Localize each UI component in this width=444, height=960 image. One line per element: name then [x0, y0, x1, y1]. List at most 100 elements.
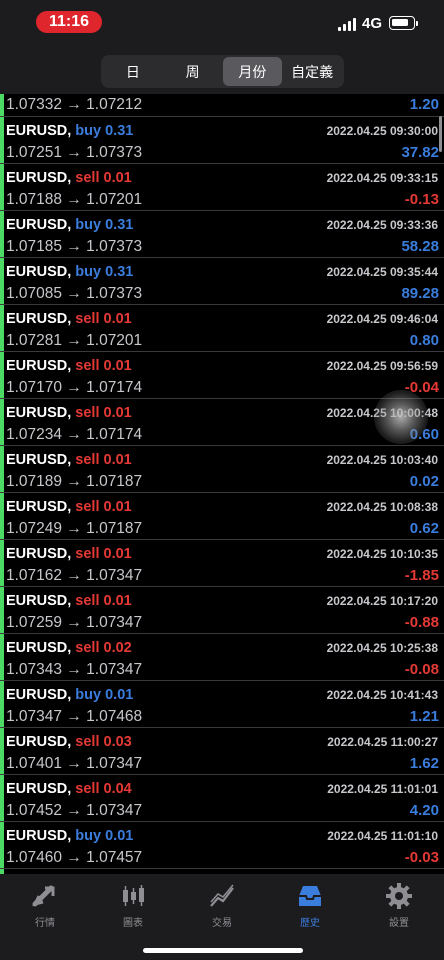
tab-label: 設置 [389, 918, 409, 929]
tab-quotes[interactable]: 行情 [15, 882, 75, 930]
tab-trade[interactable]: 交易 [192, 882, 252, 930]
trade-row[interactable]: EURUSD, sell 0.01 2022.04.25 09:46:04 1.07… [0, 305, 444, 352]
trade-prices: 1.07343 → 1.07347 [6, 661, 143, 678]
trade-symbol: EURUSD, [6, 358, 72, 374]
tab-settings[interactable]: 設置 [369, 882, 429, 930]
row-accent-bar [0, 164, 4, 210]
trade-profit: -0.13 [404, 191, 439, 208]
trade-profit: -0.88 [404, 614, 439, 631]
trade-symbol: EURUSD, [6, 311, 72, 327]
trade-side: sell 0.04 [75, 781, 132, 797]
trade-time: 2022.04.25 10:17:20 [326, 594, 438, 608]
row-accent-bar [0, 399, 4, 445]
trade-symbol: EURUSD, [6, 405, 72, 421]
trade-history-list[interactable]: 1.07332 → 1.07212 1.20 EURUSD, buy 0.31 2… [0, 94, 444, 874]
trade-profit: 37.82 [401, 144, 439, 161]
trade-symbol: EURUSD, [6, 687, 72, 703]
battery-icon [389, 16, 418, 30]
trade-prices: 1.07188 → 1.07201 [6, 191, 143, 208]
row-accent-bar [0, 446, 4, 492]
trade-title: EURUSD, sell 0.01 [6, 593, 132, 609]
tab-chart[interactable]: 圖表 [103, 882, 163, 930]
trade-title: EURUSD, sell 0.01 [6, 405, 132, 421]
trade-prices: 1.07452 → 1.07347 [6, 802, 143, 819]
trade-row[interactable]: EURUSD, sell 0.04 2022.04.25 11:01:01 1.07… [0, 775, 444, 822]
trade-row[interactable]: EURUSD, sell 0.01 2022.04.25 10:03:40 1.07… [0, 446, 444, 493]
trade-time: 2022.04.25 09:33:36 [326, 218, 438, 232]
trade-prices: 1.07189 → 1.07187 [6, 473, 143, 490]
trade-symbol: EURUSD, [6, 734, 72, 750]
trade-title: EURUSD, sell 0.01 [6, 452, 132, 468]
trade-title: EURUSD, buy 0.31 [6, 264, 133, 280]
tab-month[interactable]: 月份 [222, 57, 283, 86]
trade-symbol: EURUSD, [6, 170, 72, 186]
row-accent-bar [0, 211, 4, 257]
tab-label: 圖表 [123, 918, 143, 929]
trade-time: 2022.04.25 11:01:10 [327, 829, 438, 843]
history-icon [299, 886, 321, 906]
trade-prices: 1.07251 → 1.07373 [6, 144, 143, 161]
trade-side: sell 0.01 [75, 546, 132, 562]
trade-profit: 1.62 [409, 755, 439, 772]
tab-custom[interactable]: 自定義 [282, 57, 342, 86]
trade-profit: -1.85 [404, 567, 439, 584]
trade-row[interactable]: EURUSD, buy 0.31 2022.04.25 09:30:00 1.072… [0, 117, 444, 164]
trade-row[interactable]: EURUSD, sell 0.01 2022.04.25 09:33:15 1.07… [0, 164, 444, 211]
trade-symbol: EURUSD, [6, 828, 72, 844]
trade-prices: 1.07085 → 1.07373 [6, 285, 143, 302]
trade-side: sell 0.01 [75, 405, 132, 421]
trade-time: 2022.04.25 09:35:44 [326, 265, 438, 279]
row-accent-bar [0, 822, 4, 868]
trade-row[interactable]: EURUSD, sell 0.03 2022.04.25 11:00:27 1.07… [0, 728, 444, 775]
trade-side: sell 0.01 [75, 593, 132, 609]
tab-day[interactable]: 日 [103, 57, 163, 86]
scrollbar[interactable] [439, 116, 442, 152]
trade-prices: 1.07249 → 1.07187 [6, 520, 143, 537]
trade-row[interactable]: EURUSD, sell 0.01 2022.04.25 10:08:38 1.07… [0, 493, 444, 540]
trade-symbol: EURUSD, [6, 452, 72, 468]
trade-row[interactable]: EURUSD, sell 0.01 2022.04.25 10:17:20 1.07… [0, 587, 444, 634]
trade-prices: 1.07170 → 1.07174 [6, 379, 143, 396]
network-type: 4G [362, 15, 383, 32]
trade-row-partial[interactable]: 1.07332 → 1.07212 1.20 [0, 94, 444, 117]
trade-profit: 0.02 [409, 473, 439, 490]
row-accent-bar [0, 305, 4, 351]
trade-time: 2022.04.25 10:03:40 [326, 453, 438, 467]
trade-title: EURUSD, sell 0.04 [6, 781, 132, 797]
trade-row[interactable]: EURUSD, buy 0.31 2022.04.25 09:33:36 1.071… [0, 211, 444, 258]
trade-side: sell 0.01 [75, 452, 132, 468]
trade-title: EURUSD, sell 0.03 [6, 734, 132, 750]
trade-side: buy 0.31 [75, 123, 134, 139]
trade-row[interactable]: EURUSD, buy 0.01 2022.04.25 11:01:10 1.074… [0, 822, 444, 869]
signal-icon [338, 18, 358, 31]
row-accent-bar [0, 117, 4, 163]
tab-history[interactable]: 歷史 [280, 882, 340, 930]
history-header: 日 周 月份 自定義 [0, 50, 444, 94]
trade-row[interactable]: EURUSD, buy 0.31 2022.04.25 09:35:44 1.070… [0, 258, 444, 305]
trade-row[interactable]: EURUSD, buy 0.01 2022.04.25 10:41:43 1.073… [0, 681, 444, 728]
trade-side: sell 0.01 [75, 499, 132, 515]
trade-title: EURUSD, sell 0.01 [6, 546, 132, 562]
trade-title: EURUSD, buy 0.31 [6, 217, 133, 233]
trade-title: EURUSD, buy 0.31 [6, 123, 133, 139]
trade-row[interactable]: EURUSD, sell 0.01 2022.04.25 09:56:59 1.07… [0, 352, 444, 399]
trade-row[interactable]: EURUSD, sell 0.01 2022.04.25 10:10:35 1.07… [0, 540, 444, 587]
trade-time: 2022.04.25 09:56:59 [326, 359, 438, 373]
tab-week[interactable]: 周 [163, 57, 223, 86]
trade-symbol: EURUSD, [6, 640, 72, 656]
trade-profit: -0.08 [404, 661, 439, 678]
home-indicator[interactable] [143, 948, 303, 953]
row-accent-bar [0, 493, 4, 539]
trade-prices: 1.07162 → 1.07347 [6, 567, 143, 584]
trade-time: 2022.04.25 11:01:01 [327, 782, 438, 796]
trade-time: 2022.04.25 10:25:38 [326, 641, 438, 655]
trade-row[interactable]: EURUSD, sell 0.02 2022.04.25 10:25:38 1.07… [0, 634, 444, 681]
trade-prices: 1.07185 → 1.07373 [6, 238, 143, 255]
trade-side: buy 0.31 [75, 264, 134, 280]
trade-symbol: EURUSD, [6, 499, 72, 515]
trade-title: EURUSD, sell 0.01 [6, 499, 132, 515]
quotes-icon [32, 885, 55, 907]
status-time[interactable]: 11:16 [36, 11, 102, 33]
row-accent-bar [0, 728, 4, 774]
trade-time: 2022.04.25 09:30:00 [326, 124, 438, 138]
